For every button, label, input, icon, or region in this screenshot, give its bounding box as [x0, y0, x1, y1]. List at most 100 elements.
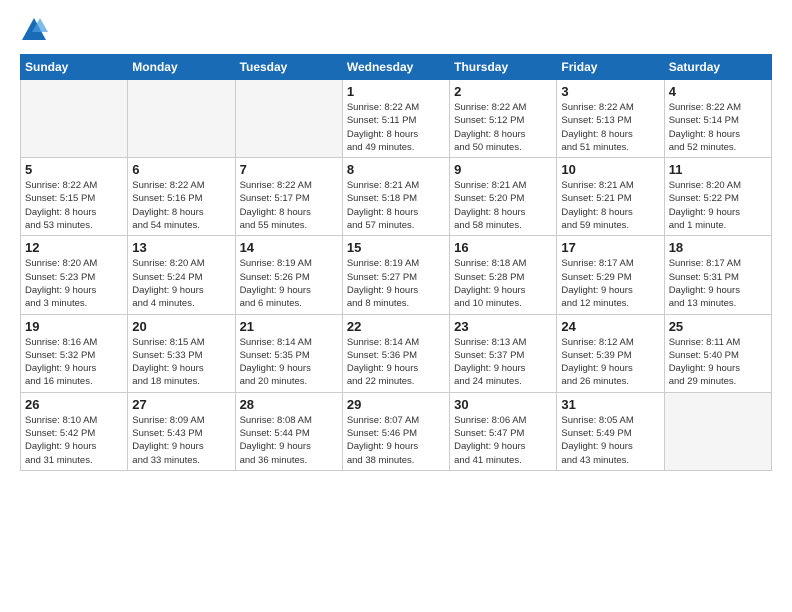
day-info: Sunrise: 8:13 AM Sunset: 5:37 PM Dayligh…: [454, 336, 552, 389]
logo: [20, 16, 52, 44]
day-number: 3: [561, 84, 659, 99]
calendar-day-cell: 10 Sunrise: 8:21 AM Sunset: 5:21 PM Dayli…: [557, 158, 664, 236]
header: [20, 16, 772, 44]
calendar-day-cell: 25 Sunrise: 8:11 AM Sunset: 5:40 PM Dayli…: [664, 314, 771, 392]
calendar-day-cell: 2 Sunrise: 8:22 AM Sunset: 5:12 PM Daylig…: [450, 80, 557, 158]
day-info: Sunrise: 8:08 AM Sunset: 5:44 PM Dayligh…: [240, 414, 338, 467]
calendar-day-cell: 13 Sunrise: 8:20 AM Sunset: 5:24 PM Dayli…: [128, 236, 235, 314]
day-number: 11: [669, 162, 767, 177]
day-info: Sunrise: 8:16 AM Sunset: 5:32 PM Dayligh…: [25, 336, 123, 389]
day-number: 24: [561, 319, 659, 334]
day-number: 26: [25, 397, 123, 412]
day-number: 16: [454, 240, 552, 255]
logo-icon: [20, 16, 48, 44]
calendar-day-cell: 24Sunrise: 8:12 AM Sunset: 5:39 PM Dayli…: [557, 314, 664, 392]
day-info: Sunrise: 8:15 AM Sunset: 5:33 PM Dayligh…: [132, 336, 230, 389]
calendar-day-cell: 18Sunrise: 8:17 AM Sunset: 5:31 PM Dayli…: [664, 236, 771, 314]
day-number: 27: [132, 397, 230, 412]
day-number: 4: [669, 84, 767, 99]
day-info: Sunrise: 8:07 AM Sunset: 5:46 PM Dayligh…: [347, 414, 445, 467]
day-number: 19: [25, 319, 123, 334]
day-number: 14: [240, 240, 338, 255]
calendar-day-cell: 12Sunrise: 8:20 AM Sunset: 5:23 PM Dayli…: [21, 236, 128, 314]
day-info: Sunrise: 8:22 AM Sunset: 5:15 PM Dayligh…: [25, 179, 123, 232]
day-header: Friday: [557, 55, 664, 80]
day-number: 6: [132, 162, 230, 177]
day-info: Sunrise: 8:21 AM Sunset: 5:21 PM Dayligh…: [561, 179, 659, 232]
calendar-day-cell: 1Sunrise: 8:22 AM Sunset: 5:11 PM Daylig…: [342, 80, 449, 158]
day-info: Sunrise: 8:22 AM Sunset: 5:17 PM Dayligh…: [240, 179, 338, 232]
day-number: 1: [347, 84, 445, 99]
day-info: Sunrise: 8:21 AM Sunset: 5:18 PM Dayligh…: [347, 179, 445, 232]
day-info: Sunrise: 8:14 AM Sunset: 5:35 PM Dayligh…: [240, 336, 338, 389]
calendar-day-cell: [235, 80, 342, 158]
calendar-day-cell: 27 Sunrise: 8:09 AM Sunset: 5:43 PM Dayli…: [128, 392, 235, 470]
day-info: Sunrise: 8:11 AM Sunset: 5:40 PM Dayligh…: [669, 336, 767, 389]
day-info: Sunrise: 8:22 AM Sunset: 5:16 PM Dayligh…: [132, 179, 230, 232]
calendar-day-cell: 4 Sunrise: 8:22 AM Sunset: 5:14 PM Daylig…: [664, 80, 771, 158]
calendar-day-cell: 19 Sunrise: 8:16 AM Sunset: 5:32 PM Dayli…: [21, 314, 128, 392]
day-number: 7: [240, 162, 338, 177]
page: SundayMondayTuesdayWednesdayThursdayFrid…: [0, 0, 792, 612]
day-number: 9: [454, 162, 552, 177]
calendar-day-cell: 17Sunrise: 8:17 AM Sunset: 5:29 PM Dayli…: [557, 236, 664, 314]
day-number: 29: [347, 397, 445, 412]
day-info: Sunrise: 8:20 AM Sunset: 5:22 PM Dayligh…: [669, 179, 767, 232]
day-info: Sunrise: 8:20 AM Sunset: 5:24 PM Dayligh…: [132, 257, 230, 310]
day-info: Sunrise: 8:17 AM Sunset: 5:31 PM Dayligh…: [669, 257, 767, 310]
day-info: Sunrise: 8:05 AM Sunset: 5:49 PM Dayligh…: [561, 414, 659, 467]
day-number: 12: [25, 240, 123, 255]
calendar: SundayMondayTuesdayWednesdayThursdayFrid…: [20, 54, 772, 471]
day-number: 22: [347, 319, 445, 334]
calendar-day-cell: 30 Sunrise: 8:06 AM Sunset: 5:47 PM Dayli…: [450, 392, 557, 470]
calendar-day-cell: 14 Sunrise: 8:19 AM Sunset: 5:26 PM Dayli…: [235, 236, 342, 314]
day-number: 21: [240, 319, 338, 334]
calendar-day-cell: 26 Sunrise: 8:10 AM Sunset: 5:42 PM Dayli…: [21, 392, 128, 470]
calendar-week-row: 19 Sunrise: 8:16 AM Sunset: 5:32 PM Dayli…: [21, 314, 772, 392]
calendar-day-cell: 6 Sunrise: 8:22 AM Sunset: 5:16 PM Daylig…: [128, 158, 235, 236]
day-header: Monday: [128, 55, 235, 80]
day-number: 25: [669, 319, 767, 334]
day-info: Sunrise: 8:21 AM Sunset: 5:20 PM Dayligh…: [454, 179, 552, 232]
day-header: Saturday: [664, 55, 771, 80]
day-info: Sunrise: 8:19 AM Sunset: 5:27 PM Dayligh…: [347, 257, 445, 310]
day-number: 31: [561, 397, 659, 412]
day-number: 20: [132, 319, 230, 334]
day-header: Sunday: [21, 55, 128, 80]
calendar-day-cell: [128, 80, 235, 158]
calendar-day-cell: 22 Sunrise: 8:14 AM Sunset: 5:36 PM Dayli…: [342, 314, 449, 392]
calendar-day-cell: [21, 80, 128, 158]
day-number: 30: [454, 397, 552, 412]
day-number: 2: [454, 84, 552, 99]
calendar-week-row: 5 Sunrise: 8:22 AM Sunset: 5:15 PM Daylig…: [21, 158, 772, 236]
calendar-day-cell: [664, 392, 771, 470]
calendar-day-cell: 8Sunrise: 8:21 AM Sunset: 5:18 PM Daylig…: [342, 158, 449, 236]
day-info: Sunrise: 8:17 AM Sunset: 5:29 PM Dayligh…: [561, 257, 659, 310]
day-number: 5: [25, 162, 123, 177]
calendar-day-cell: 11 Sunrise: 8:20 AM Sunset: 5:22 PM Dayli…: [664, 158, 771, 236]
calendar-day-cell: 21 Sunrise: 8:14 AM Sunset: 5:35 PM Dayli…: [235, 314, 342, 392]
day-info: Sunrise: 8:22 AM Sunset: 5:14 PM Dayligh…: [669, 101, 767, 154]
day-info: Sunrise: 8:22 AM Sunset: 5:13 PM Dayligh…: [561, 101, 659, 154]
calendar-week-row: 1Sunrise: 8:22 AM Sunset: 5:11 PM Daylig…: [21, 80, 772, 158]
calendar-day-cell: 5 Sunrise: 8:22 AM Sunset: 5:15 PM Daylig…: [21, 158, 128, 236]
day-header: Wednesday: [342, 55, 449, 80]
calendar-day-cell: 7 Sunrise: 8:22 AM Sunset: 5:17 PM Daylig…: [235, 158, 342, 236]
day-info: Sunrise: 8:18 AM Sunset: 5:28 PM Dayligh…: [454, 257, 552, 310]
calendar-day-cell: 31 Sunrise: 8:05 AM Sunset: 5:49 PM Dayli…: [557, 392, 664, 470]
calendar-day-cell: 9 Sunrise: 8:21 AM Sunset: 5:20 PM Daylig…: [450, 158, 557, 236]
day-info: Sunrise: 8:19 AM Sunset: 5:26 PM Dayligh…: [240, 257, 338, 310]
day-info: Sunrise: 8:14 AM Sunset: 5:36 PM Dayligh…: [347, 336, 445, 389]
day-info: Sunrise: 8:09 AM Sunset: 5:43 PM Dayligh…: [132, 414, 230, 467]
day-number: 10: [561, 162, 659, 177]
calendar-day-cell: 28Sunrise: 8:08 AM Sunset: 5:44 PM Dayli…: [235, 392, 342, 470]
day-info: Sunrise: 8:10 AM Sunset: 5:42 PM Dayligh…: [25, 414, 123, 467]
day-number: 23: [454, 319, 552, 334]
calendar-week-row: 26 Sunrise: 8:10 AM Sunset: 5:42 PM Dayli…: [21, 392, 772, 470]
day-info: Sunrise: 8:06 AM Sunset: 5:47 PM Dayligh…: [454, 414, 552, 467]
day-number: 15: [347, 240, 445, 255]
calendar-day-cell: 15 Sunrise: 8:19 AM Sunset: 5:27 PM Dayli…: [342, 236, 449, 314]
calendar-day-cell: 20 Sunrise: 8:15 AM Sunset: 5:33 PM Dayli…: [128, 314, 235, 392]
day-info: Sunrise: 8:22 AM Sunset: 5:12 PM Dayligh…: [454, 101, 552, 154]
day-number: 13: [132, 240, 230, 255]
